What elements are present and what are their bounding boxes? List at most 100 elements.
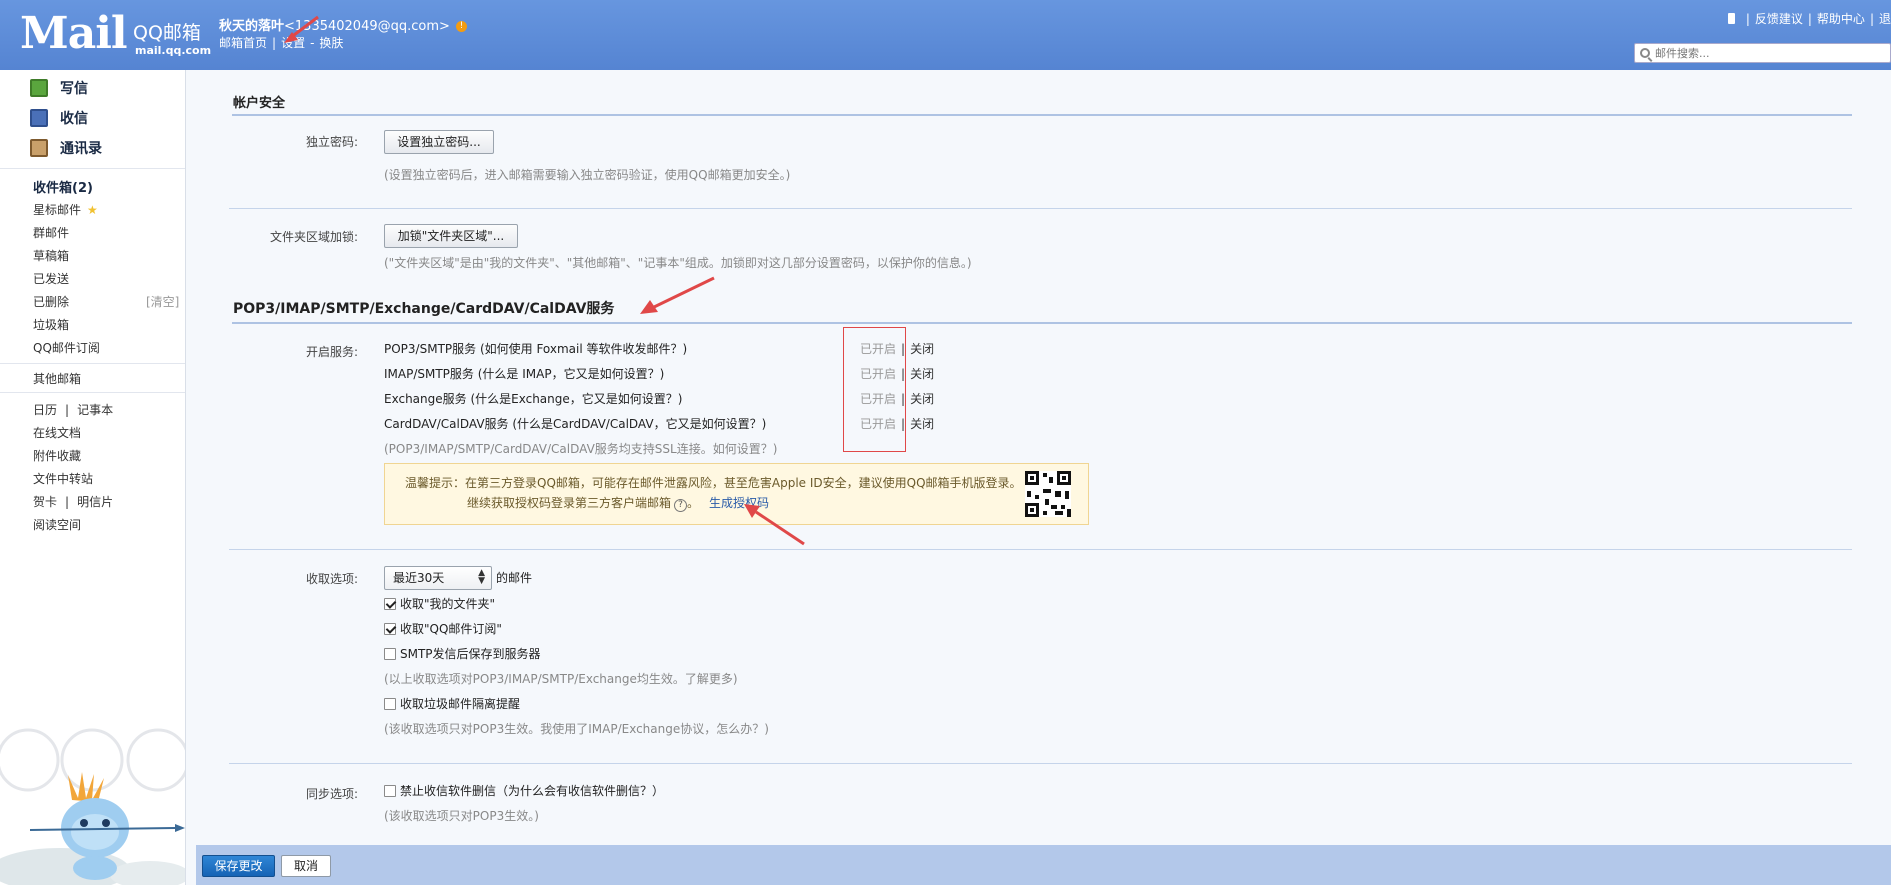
feedback-link[interactable]: 反馈建议 <box>1755 12 1803 26</box>
search-input[interactable] <box>1655 45 1885 61</box>
sidebar-item-other-mail[interactable]: 其他邮箱 <box>33 370 81 387</box>
tool-separator: | <box>65 403 70 417</box>
help-center-link[interactable]: 帮助中心 <box>1817 12 1865 26</box>
sidebar-item-calendar[interactable]: 日历 <box>33 403 57 417</box>
top-links: | 反馈建议 | 帮助中心 | 退 <box>1727 10 1891 27</box>
help-question-icon[interactable]: ? <box>674 499 688 512</box>
mobile-icon[interactable] <box>1727 13 1735 24</box>
qr-code-icon <box>1025 471 1071 517</box>
sidebar-item-drafts[interactable]: 草稿箱 <box>33 247 69 264</box>
section-divider <box>229 763 1852 764</box>
sidebar-contacts[interactable]: 通讯录 <box>30 138 102 160</box>
option-label: SMTP发信后保存到服务器 <box>400 647 541 661</box>
option-label: 禁止收信软件删信（为什么会有收信软件删信？） <box>400 784 665 798</box>
save-changes-button[interactable]: 保存更改 <box>202 855 275 877</box>
account-security-title: 帐户安全 <box>233 96 286 111</box>
checkbox-unchecked[interactable] <box>384 698 396 710</box>
option-label: 收取"我的文件夹" <box>400 597 496 611</box>
sidebar-item-greeting-card[interactable]: 贺卡 <box>33 495 57 509</box>
checkbox-checked[interactable] <box>384 598 396 610</box>
link-separator: | <box>1745 12 1750 26</box>
warning-icon[interactable]: ! <box>455 21 467 32</box>
sidebar-item-postcard[interactable]: 明信片 <box>77 495 113 509</box>
mail-search[interactable] <box>1634 43 1891 63</box>
tip-line-2: 继续获取授权码登录第三方客户端邮箱 <box>467 496 672 510</box>
option-receive-my-folders[interactable]: 收取"我的文件夹" <box>384 595 495 612</box>
action-bar: 保存更改 取消 <box>196 845 1891 885</box>
option-label: 收取垃圾邮件隔离提醒 <box>400 697 521 711</box>
checkbox-checked[interactable] <box>384 623 396 635</box>
checkbox-unchecked[interactable] <box>384 785 396 797</box>
sidebar-item-reading[interactable]: 阅读空间 <box>33 516 81 533</box>
independent-password-hint: (设置独立密码后，进入邮箱需要输入独立密码验证，使用QQ邮箱更加安全。) <box>384 168 791 182</box>
settings-main: 帐户安全 独立密码: 设置独立密码... (设置独立密码后，进入邮箱需要输入独立… <box>196 70 1891 845</box>
sidebar-item-group[interactable]: 群邮件 <box>33 224 69 241</box>
security-tip-text: 温馨提示：在第三方登录QQ邮箱，可能存在邮件泄露风险，甚至危害Apple ID安… <box>405 473 1022 513</box>
annotation-highlight-box <box>843 327 906 452</box>
sidebar-item-subscriptions[interactable]: QQ邮件订阅 <box>33 339 100 356</box>
service-close-link[interactable]: 关闭 <box>910 417 934 431</box>
annotation-arrow-auth-code <box>744 504 805 546</box>
sidebar-item-junk[interactable]: 垃圾箱 <box>33 316 69 333</box>
tip-line-1: 温馨提示：在第三方登录QQ邮箱，可能存在邮件泄露风险，甚至危害Apple ID安… <box>405 476 1022 490</box>
user-name: 秋天的落叶 <box>219 19 285 34</box>
option-junk-reminder[interactable]: 收取垃圾邮件隔离提醒 <box>384 695 520 712</box>
qq-mail-logo[interactable]: Mail QQ邮箱 mail.qq.com <box>20 8 212 59</box>
sidebar-item-sent[interactable]: 已发送 <box>33 270 69 287</box>
sidebar-tools-row1: 日历 | 记事本 <box>33 401 113 418</box>
receive-range-select[interactable]: 最近30天 ▲ ▼ <box>384 566 492 590</box>
independent-password-label: 独立密码: <box>305 135 358 149</box>
sidebar-divider <box>0 168 185 169</box>
receive-options-label: 收取选项: <box>305 572 358 586</box>
sidebar-receive[interactable]: 收信 <box>30 108 88 130</box>
service-exchange[interactable]: Exchange服务 (什么是Exchange，它又是如何设置？) <box>384 390 682 407</box>
services-label: 开启服务: <box>305 345 358 359</box>
user-info: 秋天的落叶<1335402049@qq.com>! <box>219 15 467 34</box>
sidebar-item-inbox[interactable]: 收件箱(2) <box>33 177 93 196</box>
sidebar-item-file-transfer[interactable]: 文件中转站 <box>33 470 93 487</box>
logo-domain-text: mail.qq.com <box>135 44 212 57</box>
sidebar-write[interactable]: 写信 <box>30 78 88 100</box>
sync-options-label: 同步选项: <box>305 787 358 801</box>
folder-lock-hint: ("文件夹区域"是由"我的文件夹"、"其他邮箱"、"记事本"组成。加锁即对这几部… <box>384 256 972 270</box>
service-pop3-smtp[interactable]: POP3/SMTP服务 (如何使用 Foxmail 等软件收发邮件？) <box>384 340 687 357</box>
sidebar-divider <box>0 363 185 364</box>
sidebar-item-starred[interactable]: 星标邮件 ★ <box>33 201 98 218</box>
section-divider <box>232 322 1852 324</box>
option-label: 收取"QQ邮件订阅" <box>400 622 502 636</box>
annotation-arrow-settings <box>284 15 319 43</box>
section-divider <box>232 114 1852 116</box>
select-arrows-icon: ▲ ▼ <box>478 568 485 586</box>
nav-change-skin[interactable]: 换肤 <box>319 36 343 50</box>
star-icon: ★ <box>87 203 98 217</box>
nav-mailbox-home[interactable]: 邮箱首页 <box>219 36 267 50</box>
service-close-link[interactable]: 关闭 <box>910 392 934 406</box>
sidebar-item-attachments[interactable]: 附件收藏 <box>33 447 81 464</box>
logo-mail-text: Mail <box>20 8 128 59</box>
option-receive-subscriptions[interactable]: 收取"QQ邮件订阅" <box>384 620 502 637</box>
service-close-link[interactable]: 关闭 <box>910 367 934 381</box>
link-separator: | <box>1869 12 1874 26</box>
sidebar-item-notes[interactable]: 记事本 <box>77 403 113 417</box>
sidebar-item-online-docs[interactable]: 在线文档 <box>33 424 81 441</box>
set-independent-password-button[interactable]: 设置独立密码... <box>384 130 494 154</box>
folder-lock-button[interactable]: 加锁"文件夹区域"... <box>384 224 518 248</box>
service-carddav-caldav[interactable]: CardDAV/CalDAV服务 (什么是CardDAV/CalDAV，它又是如… <box>384 415 766 432</box>
checkbox-unchecked[interactable] <box>384 648 396 660</box>
annotation-arrow-protocols <box>640 276 715 314</box>
receive-range-suffix: 的邮件 <box>496 571 533 585</box>
cancel-button[interactable]: 取消 <box>281 855 331 877</box>
tool-separator: | <box>65 495 70 509</box>
option-smtp-save-to-server[interactable]: SMTP发信后保存到服务器 <box>384 645 541 662</box>
search-icon <box>1640 48 1650 58</box>
service-close-link[interactable]: 关闭 <box>910 342 934 356</box>
logout-link[interactable]: 退 <box>1879 12 1891 26</box>
clear-deleted-link[interactable]: [清空] <box>146 293 179 310</box>
sidebar: 写信 收信 通讯录 收件箱(2) 星标邮件 ★ 群邮件 草稿箱 已发送 已删除 [… <box>0 70 186 885</box>
sidebar-tools-row2: 贺卡 | 明信片 <box>33 493 113 510</box>
contacts-icon <box>30 139 48 157</box>
service-imap-smtp[interactable]: IMAP/SMTP服务 (什么是 IMAP，它又是如何设置？) <box>384 365 664 382</box>
option-forbid-client-delete[interactable]: 禁止收信软件删信（为什么会有收信软件删信？） <box>384 782 664 799</box>
folder-lock-label: 文件夹区域加锁: <box>269 230 358 244</box>
sidebar-item-deleted[interactable]: 已删除 <box>33 293 69 310</box>
